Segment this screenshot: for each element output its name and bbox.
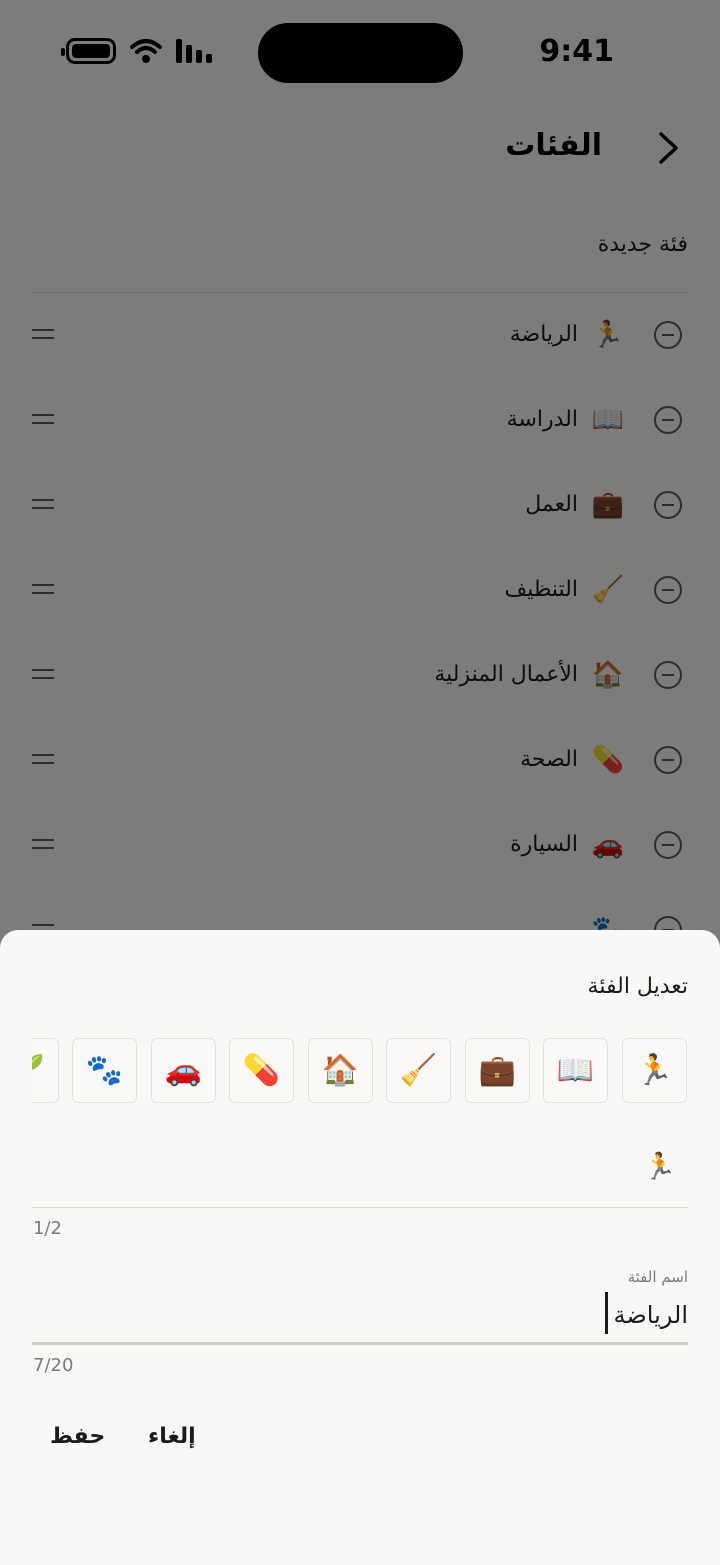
emoji-option[interactable]: 💼: [465, 1038, 530, 1103]
emoji-option[interactable]: 🏠: [308, 1038, 373, 1103]
edit-category-sheet: تعديل الفئة 🏃 📖 💼 🧹 🏠 💊 🚗 🐾 🌱 🏃 1/2 اسم …: [0, 930, 720, 1565]
emoji-option[interactable]: 📖: [543, 1038, 608, 1103]
emoji-option[interactable]: 🧹: [386, 1038, 451, 1103]
name-field-label: اسم الفئة: [627, 1268, 688, 1286]
emoji-option[interactable]: 🐾: [72, 1038, 137, 1103]
emoji-option[interactable]: 🌱: [32, 1038, 59, 1103]
emoji-option[interactable]: 🏃: [622, 1038, 687, 1103]
cancel-button[interactable]: إلغاء: [148, 1424, 196, 1449]
selected-emoji[interactable]: 🏃: [644, 1152, 676, 1182]
sheet-title: تعديل الفئة: [587, 974, 688, 999]
category-name-input[interactable]: [32, 1290, 688, 1340]
emoji-counter: 1/2: [33, 1218, 62, 1239]
name-field-underline: [32, 1342, 688, 1345]
text-cursor: [605, 1292, 608, 1334]
emoji-field-underline: [32, 1207, 688, 1208]
name-counter: 7/20: [33, 1355, 74, 1376]
save-button[interactable]: حفظ: [50, 1424, 105, 1449]
emoji-option[interactable]: 🚗: [151, 1038, 216, 1103]
emoji-picker[interactable]: 🏃 📖 💼 🧹 🏠 💊 🚗 🐾 🌱: [32, 1038, 688, 1104]
emoji-option[interactable]: 💊: [229, 1038, 294, 1103]
